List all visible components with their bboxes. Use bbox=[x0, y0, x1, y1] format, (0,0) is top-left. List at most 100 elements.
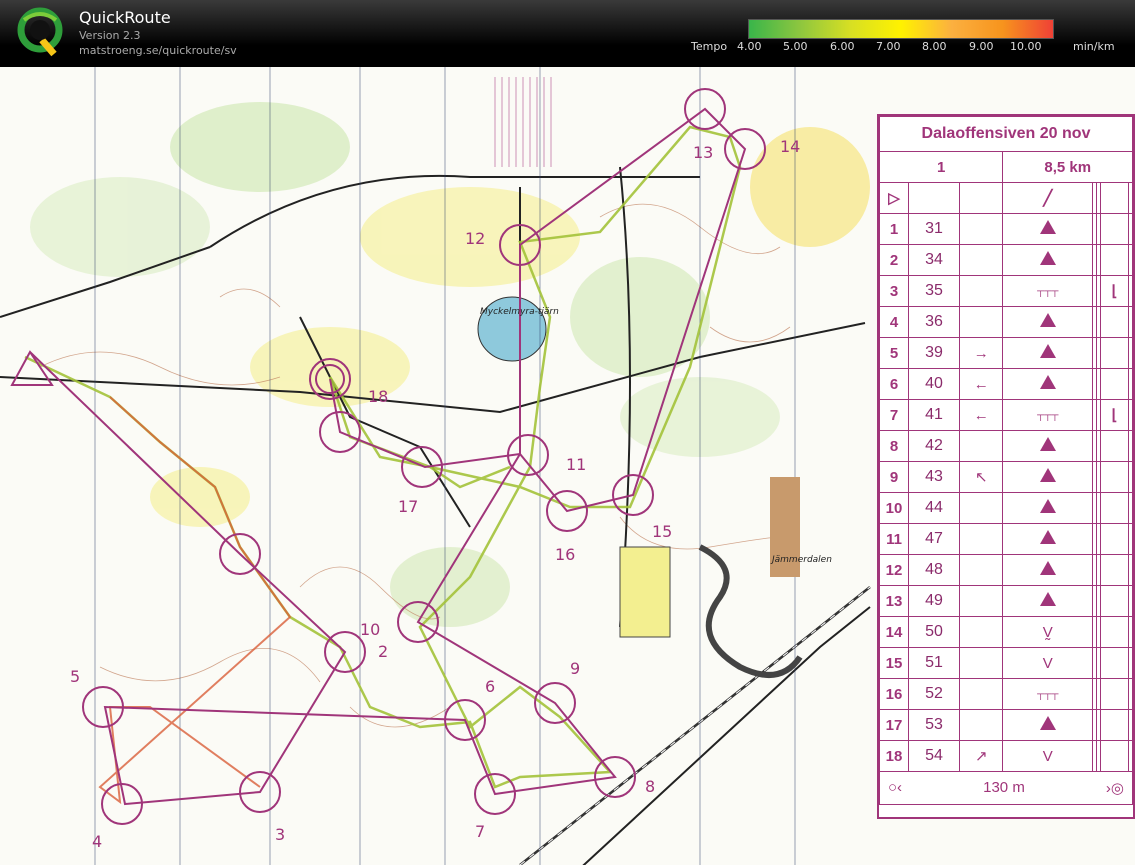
start-description-icon: ╱ bbox=[1002, 182, 1094, 214]
app-header: QuickRoute Version 2.3 matstroeng.se/qui… bbox=[0, 0, 1135, 65]
control-code: 41 bbox=[907, 399, 961, 431]
blank-cell bbox=[1127, 554, 1134, 586]
extra-symbol-icon bbox=[1100, 554, 1129, 586]
control-number: 17 bbox=[879, 709, 909, 741]
control-code: 52 bbox=[907, 678, 961, 710]
extra-symbol-icon bbox=[1100, 368, 1129, 400]
finish-start-icon: ○‹ bbox=[888, 779, 903, 796]
feature-symbol-icon: ┬┬┬ bbox=[1002, 275, 1094, 307]
control-code: 51 bbox=[907, 647, 961, 679]
control-label: 11 bbox=[566, 455, 587, 474]
control-code: 50 bbox=[907, 616, 961, 648]
control-label: 3 bbox=[275, 825, 286, 844]
direction-icon bbox=[959, 647, 1004, 679]
extra-symbol-icon bbox=[1100, 585, 1129, 617]
control-row: 16 52 ┬┬┬ bbox=[879, 678, 1134, 710]
control-row: 1 31 bbox=[879, 213, 1134, 245]
place-name: Jämmerdalen bbox=[772, 555, 832, 565]
control-label: 10 bbox=[360, 620, 381, 639]
direction-icon bbox=[959, 213, 1004, 245]
control-row: 11 47 bbox=[879, 523, 1134, 555]
control-label: 17 bbox=[398, 497, 419, 516]
direction-icon bbox=[959, 554, 1004, 586]
triangle-icon bbox=[1039, 468, 1056, 482]
control-code: 54 bbox=[907, 740, 961, 772]
control-row: 9 43 ↖ bbox=[879, 461, 1134, 493]
extra-symbol-icon bbox=[1100, 616, 1129, 648]
control-number: 6 bbox=[879, 368, 909, 400]
control-label: 9 bbox=[570, 659, 581, 678]
tempo-tick: 4.00 bbox=[737, 40, 762, 53]
triangle-icon bbox=[1039, 499, 1056, 513]
control-row: 2 34 bbox=[879, 244, 1134, 276]
feature-symbol-icon: V bbox=[1002, 740, 1094, 772]
tempo-tick: 6.00 bbox=[830, 40, 855, 53]
extra-symbol-icon bbox=[1100, 213, 1129, 245]
triangle-icon bbox=[1039, 344, 1056, 358]
triangle-icon bbox=[1039, 561, 1056, 575]
control-code: 43 bbox=[907, 461, 961, 493]
direction-icon bbox=[959, 523, 1004, 555]
blank-cell bbox=[1127, 585, 1134, 617]
quickroute-logo bbox=[17, 7, 63, 57]
control-row: 18 54 ↗ V bbox=[879, 740, 1134, 772]
feature-symbol-icon bbox=[1002, 337, 1094, 369]
feature-symbol-icon bbox=[1002, 244, 1094, 276]
control-label: 6 bbox=[485, 677, 496, 696]
control-number: 1 bbox=[879, 213, 909, 245]
control-row: 8 42 bbox=[879, 430, 1134, 462]
direction-icon: ↗ bbox=[959, 740, 1004, 772]
extra-symbol-icon bbox=[1100, 244, 1129, 276]
blank-cell bbox=[1127, 368, 1134, 400]
control-code: 34 bbox=[907, 244, 961, 276]
control-label: 18 bbox=[368, 387, 389, 406]
app-title: QuickRoute bbox=[79, 8, 171, 27]
feature-symbol-icon: ┬┬┬ bbox=[1002, 399, 1094, 431]
control-number: 13 bbox=[879, 585, 909, 617]
control-number: 15 bbox=[879, 647, 909, 679]
feature-symbol-icon bbox=[1002, 306, 1094, 338]
direction-icon: ← bbox=[959, 399, 1004, 431]
finish-end-icon: ›◎ bbox=[1105, 780, 1124, 797]
control-number: 7 bbox=[879, 399, 909, 431]
blank-cell bbox=[1127, 492, 1134, 524]
control-code: 53 bbox=[907, 709, 961, 741]
feature-symbol-icon bbox=[1002, 523, 1094, 555]
direction-icon bbox=[959, 244, 1004, 276]
direction-icon bbox=[959, 306, 1004, 338]
control-label: 7 bbox=[475, 822, 486, 841]
feature-symbol-icon bbox=[1002, 492, 1094, 524]
control-label: 16 bbox=[555, 545, 576, 564]
control-row: 17 53 bbox=[879, 709, 1134, 741]
control-label: 13 bbox=[693, 143, 714, 162]
control-code: 39 bbox=[907, 337, 961, 369]
control-row: 3 35 ┬┬┬ ⌊ bbox=[879, 275, 1134, 307]
extra-symbol-icon bbox=[1100, 678, 1129, 710]
direction-icon: → bbox=[959, 337, 1004, 369]
control-row: 10 44 bbox=[879, 492, 1134, 524]
feature-symbol-icon: V̰ bbox=[1002, 616, 1094, 648]
extra-symbol-icon bbox=[1100, 740, 1129, 772]
orienteering-map[interactable]: Myckelmyra-tjärn Jämmerdalen 2 3 4 5 6 7… bbox=[0, 67, 1135, 865]
start-symbol-icon: ▷ bbox=[879, 182, 909, 214]
control-row: 4 36 bbox=[879, 306, 1134, 338]
control-row: 6 40 ← bbox=[879, 368, 1134, 400]
direction-icon bbox=[959, 616, 1004, 648]
control-code: 40 bbox=[907, 368, 961, 400]
control-code: 44 bbox=[907, 492, 961, 524]
finish-distance: 130 m bbox=[983, 779, 1025, 796]
triangle-icon bbox=[1039, 220, 1056, 234]
control-label: 14 bbox=[780, 137, 801, 156]
extra-symbol-icon bbox=[1100, 647, 1129, 679]
extra-symbol-icon: ⌊ bbox=[1100, 275, 1129, 307]
direction-icon: ↖ bbox=[959, 461, 1004, 493]
control-code: 35 bbox=[907, 275, 961, 307]
control-number: 12 bbox=[879, 554, 909, 586]
triangle-icon bbox=[1039, 313, 1056, 327]
blank-cell bbox=[1127, 275, 1134, 307]
control-code: 36 bbox=[907, 306, 961, 338]
extra-symbol-icon bbox=[1100, 337, 1129, 369]
control-number: 4 bbox=[879, 306, 909, 338]
tempo-unit: min/km bbox=[1073, 40, 1115, 53]
app-url[interactable]: matstroeng.se/quickroute/sv bbox=[79, 44, 237, 57]
